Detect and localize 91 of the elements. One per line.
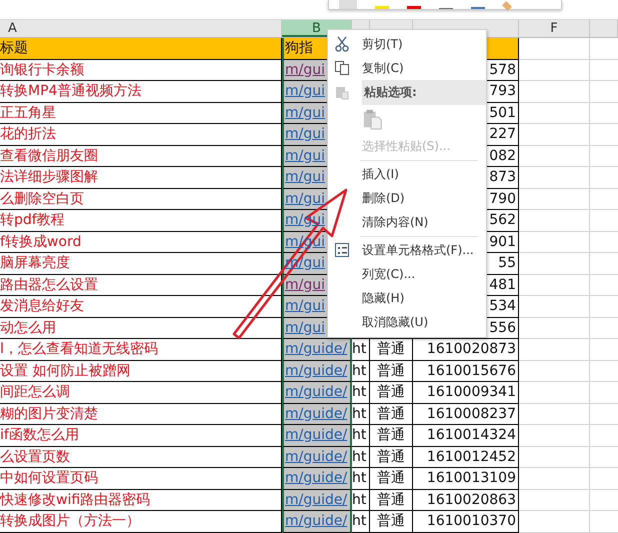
- table-cell: 578: [489, 62, 516, 78]
- menu-item[interactable]: 列宽(C)...: [328, 262, 486, 286]
- link[interactable]: m/guide/: [285, 384, 348, 400]
- table-cell: 法详细步骤图解: [0, 167, 282, 188]
- link[interactable]: m/gui: [285, 169, 326, 185]
- table-cell: 普通: [377, 470, 405, 486]
- table-cell: 么设置页数: [0, 446, 282, 468]
- table-header-cell: 标题: [0, 38, 282, 60]
- table-cell: 1610008237: [426, 406, 516, 422]
- table-cell: ht: [352, 406, 366, 422]
- table-cell: 082: [489, 148, 516, 164]
- table-cell: 花的折法: [0, 124, 282, 146]
- link[interactable]: m/guide/: [285, 470, 348, 486]
- table-cell: 534: [489, 298, 516, 314]
- table-cell: 普通: [377, 341, 405, 357]
- table-cell: 562: [489, 212, 516, 228]
- link[interactable]: m/guide/: [285, 427, 348, 443]
- table-cell: 873: [489, 169, 516, 185]
- link[interactable]: m/guide/: [285, 492, 348, 508]
- menu-item[interactable]: 选择性粘贴(S)...: [328, 134, 486, 158]
- menu-item[interactable]: 删除(D): [328, 186, 486, 210]
- link[interactable]: m/guide/: [285, 513, 348, 529]
- link[interactable]: m/gui: [285, 126, 326, 142]
- table-cell: ht: [352, 470, 366, 486]
- table-cell: 正五角星: [0, 102, 282, 124]
- table-cell: ht: [352, 362, 366, 378]
- menu-item[interactable]: 隐藏(H): [328, 286, 486, 310]
- table-cell: 1610009341: [426, 384, 516, 400]
- table-cell: 普通: [377, 492, 405, 508]
- table-cell: 1610013109: [426, 470, 516, 486]
- link[interactable]: m/gui: [285, 62, 326, 78]
- link[interactable]: m/guide/: [285, 341, 348, 357]
- table-cell: 790: [489, 190, 516, 206]
- table-cell: ht: [352, 448, 366, 464]
- table-cell: 1610012452: [426, 448, 516, 464]
- table-cell: 中如何设置页码: [0, 468, 282, 490]
- table-cell: 普通: [377, 513, 405, 529]
- table-cell: l，怎么查看知道无线密码: [0, 339, 282, 360]
- link[interactable]: m/gui: [285, 104, 326, 120]
- table-cell: 901: [489, 234, 516, 250]
- table-cell: 转换成图片（方法一）: [0, 511, 282, 532]
- table-cell: ht: [352, 341, 366, 357]
- table-cell: ht: [352, 513, 366, 529]
- link[interactable]: m/gui: [285, 190, 326, 206]
- table-cell: 么删除空白页: [0, 188, 282, 210]
- table-cell: 询银行卡余额: [0, 60, 282, 81]
- menu-item[interactable]: 设置单元格格式(F)...: [328, 238, 486, 262]
- table-cell: ht: [352, 384, 366, 400]
- table-cell: 普通: [377, 406, 405, 422]
- link[interactable]: m/gui: [285, 298, 326, 314]
- table-cell: 转pdf教程: [0, 210, 282, 232]
- table-cell: 转换MP4普通视频方法: [0, 81, 282, 102]
- table-cell: 动怎么用: [0, 318, 282, 339]
- table-cell: 501: [489, 104, 516, 120]
- table-cell: f转换成word: [0, 232, 282, 253]
- table-cell: 普通: [377, 384, 405, 400]
- table-cell: 793: [489, 83, 516, 99]
- table-cell: 设置 如何防止被蹭网: [0, 360, 282, 382]
- column-header[interactable]: F: [519, 20, 590, 37]
- link[interactable]: m/gui: [285, 276, 326, 292]
- table-cell: 1610014324: [426, 427, 516, 443]
- table-cell: 路由器怎么设置: [0, 274, 282, 296]
- table-cell: ht: [352, 427, 366, 443]
- menu-item[interactable]: 清除内容(N): [328, 210, 486, 234]
- table-cell: 1610020873: [426, 341, 516, 357]
- table-cell: 1610015676: [426, 362, 516, 378]
- section-header: 粘贴选项:: [362, 80, 486, 104]
- table-cell: 糊的图片变清楚: [0, 404, 282, 425]
- link[interactable]: m/guide/: [285, 362, 348, 378]
- link[interactable]: m/gui: [285, 83, 326, 99]
- table-cell: 普通: [377, 362, 405, 378]
- link[interactable]: m/guide/: [285, 448, 348, 464]
- table-cell: 查看微信朋友圈: [0, 146, 282, 167]
- table-cell: 间距怎么调: [0, 382, 282, 404]
- table-cell: 脑屏幕亮度: [0, 253, 282, 274]
- menu-item[interactable]: 插入(I): [328, 162, 486, 186]
- table-cell: 1610020863: [426, 492, 516, 508]
- link[interactable]: m/guide/: [285, 406, 348, 422]
- table-cell: 普通: [377, 448, 405, 464]
- link[interactable]: m/gui: [285, 320, 326, 336]
- table-cell: 227: [489, 126, 516, 142]
- table-cell: 普通: [377, 427, 405, 443]
- table-cell: 55: [498, 255, 516, 271]
- table-cell: 发消息给好友: [0, 296, 282, 318]
- table-cell: ht: [352, 492, 366, 508]
- table-cell: 1610010370: [426, 513, 516, 529]
- link[interactable]: m/gui: [285, 148, 326, 164]
- table-cell: 481: [489, 276, 516, 292]
- table-cell: if函数怎么用: [0, 425, 282, 446]
- table-cell: 556: [489, 320, 516, 336]
- menu-item[interactable]: 取消隐藏(U): [328, 310, 486, 334]
